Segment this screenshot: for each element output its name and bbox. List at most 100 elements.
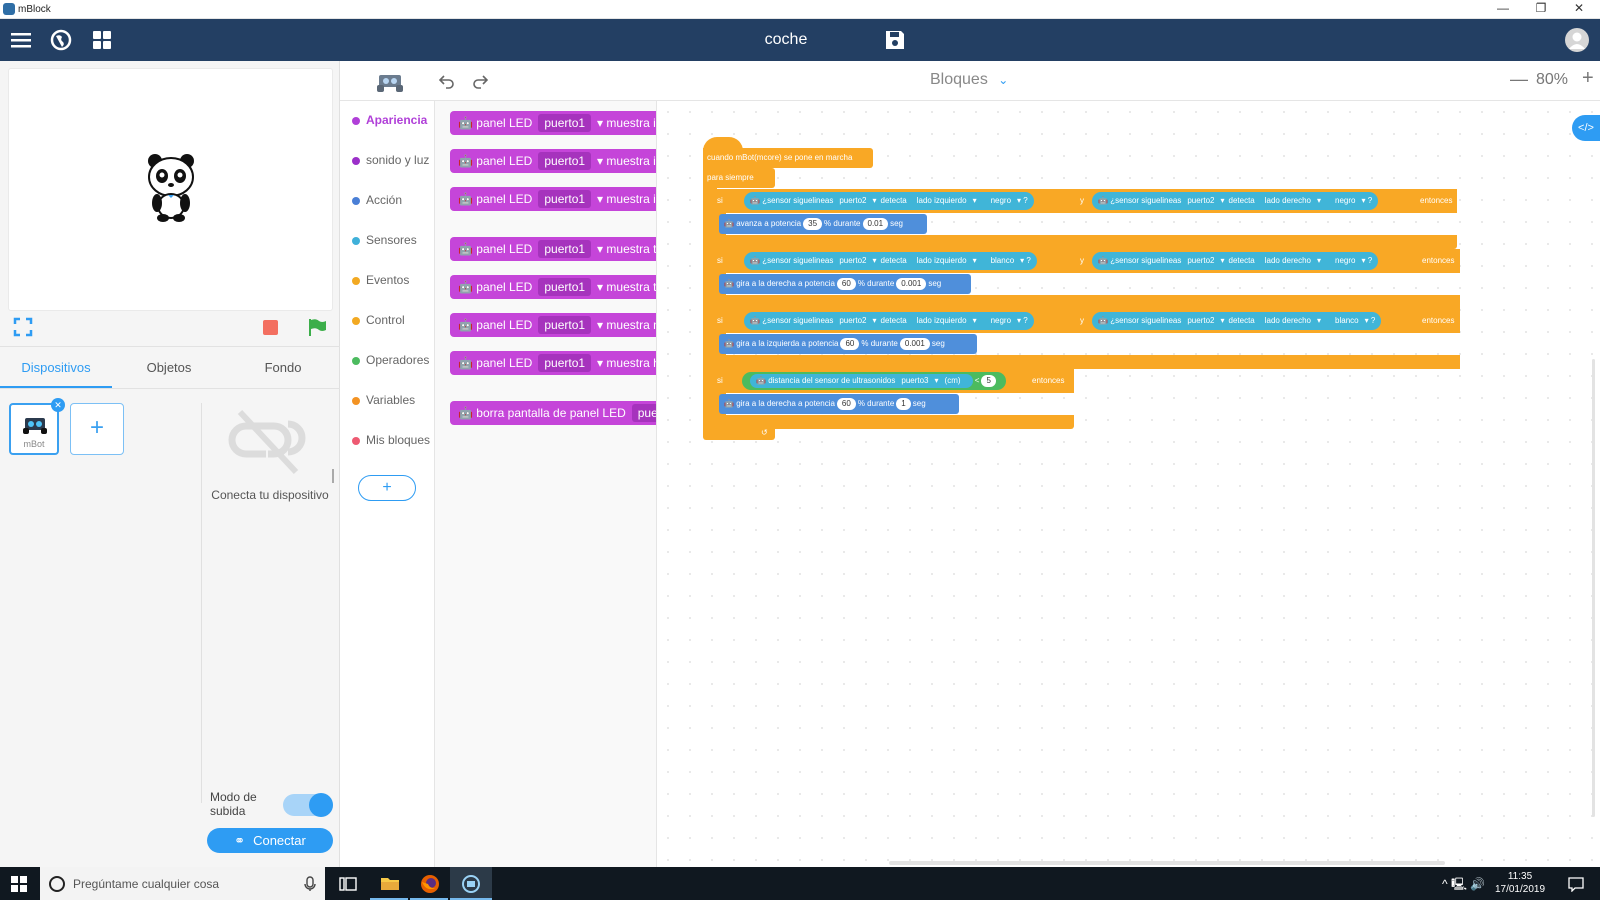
tab-fondo[interactable]: Fondo <box>226 360 340 388</box>
ultrasonic-distance-reporter[interactable]: 🤖 distancia del sensor de ultrasonidos pu… <box>750 374 973 388</box>
redo-icon[interactable] <box>472 73 488 89</box>
palette-block[interactable]: 🤖 borra pantalla de panel LEDpuerto <box>450 401 656 425</box>
palette-block[interactable]: 🤖 panel LEDpuerto1▾ muestra núr <box>450 313 656 337</box>
code-view-button[interactable]: </> <box>1572 115 1600 141</box>
save-icon[interactable] <box>882 27 908 53</box>
task-view-icon[interactable] <box>339 876 357 892</box>
stop-button[interactable] <box>263 320 278 335</box>
menu-icon[interactable] <box>8 27 34 53</box>
category-mis-bloques[interactable]: Mis bloques <box>352 433 430 447</box>
panda-sprite-icon[interactable] <box>143 151 199 223</box>
block-categories: Apariencia sonido y luz Acción Sensores … <box>340 101 435 867</box>
category-eventos[interactable]: Eventos <box>352 273 409 287</box>
notifications-icon[interactable] <box>1568 876 1584 892</box>
tab-dispositivos[interactable]: Dispositivos <box>0 360 112 388</box>
category-operadores[interactable]: Operadores <box>352 353 429 367</box>
add-device-button[interactable]: + <box>70 403 124 455</box>
connect-button[interactable]: ⚭ Conectar <box>207 828 333 853</box>
line-sensor-condition[interactable]: 🤖 ¿sensor siguelineas puerto2 ▾ detecta lado… <box>1092 312 1382 330</box>
system-tray-icons[interactable]: ^ 🖳 🔊 <box>1442 875 1485 896</box>
turn-right-block[interactable]: 🤖 gira a la derecha a potencia 60% durant… <box>719 274 971 294</box>
device-robot-icon[interactable] <box>375 69 405 93</box>
if-block[interactable]: si 🤖 ¿sensor siguelineas puerto2 ▾ detecta l… <box>714 189 1457 213</box>
taskbar-search[interactable]: Pregúntame cualquier cosa <box>40 867 325 900</box>
clock-time: 11:35 <box>1507 871 1533 882</box>
forever-block[interactable]: para siempre <box>703 168 775 188</box>
if-block[interactable]: si 🤖 ¿sensor siguelineas puerto2 ▾ detecta l… <box>714 249 1460 273</box>
category-variables[interactable]: Variables <box>352 393 415 407</box>
remove-device-icon[interactable]: ✕ <box>51 398 65 412</box>
link-icon: ⚭ <box>234 833 246 848</box>
device-label: mBot <box>23 439 45 449</box>
robot-icon: 🤖 <box>458 154 473 168</box>
category-accion[interactable]: Acción <box>352 193 402 207</box>
add-extension-button[interactable]: + <box>358 475 416 501</box>
palette-block[interactable]: 🤖 panel LEDpuerto1▾ muestra hor <box>450 351 656 375</box>
taskbar-file-explorer[interactable] <box>370 867 408 900</box>
user-avatar-icon[interactable] <box>1564 27 1590 53</box>
zoom-in-button[interactable]: + <box>1582 67 1594 90</box>
globe-icon[interactable] <box>48 27 74 53</box>
category-apariencia[interactable]: Apariencia <box>352 113 427 127</box>
line-sensor-condition[interactable]: 🤖 ¿sensor siguelineas puerto2 ▾ detecta lado… <box>1092 192 1379 210</box>
robot-icon: 🤖 <box>458 356 473 370</box>
resize-handle[interactable] <box>332 469 334 483</box>
mblock-app-icon <box>3 3 15 15</box>
palette-block[interactable]: 🤖 panel LEDpuerto1▾ muestra tex <box>450 237 656 261</box>
palette-block[interactable]: 🤖 panel LEDpuerto1▾ muestra ima <box>450 149 656 173</box>
upload-mode-label: Modo de subida <box>210 790 257 818</box>
green-flag-icon[interactable] <box>307 317 327 337</box>
palette-block[interactable]: 🤖 panel LEDpuerto1▾ muestra tex <box>450 275 656 299</box>
left-panel: Dispositivos Objetos Fondo mBot ✕ + Cone… <box>0 61 340 867</box>
less-than-operator[interactable]: 🤖 distancia del sensor de ultrasonidos pu… <box>742 372 1006 390</box>
palette-block[interactable]: 🤖 panel LEDpuerto1▾ muestra ima <box>450 111 656 135</box>
line-sensor-condition[interactable]: 🤖 ¿sensor siguelineas puerto2 ▾ detecta lado… <box>1092 252 1379 270</box>
if-block-end <box>714 295 1460 309</box>
if-block[interactable]: si 🤖 distancia del sensor de ultrasonido… <box>714 369 1074 393</box>
window-title: mBlock <box>18 4 51 15</box>
horizontal-scrollbar[interactable] <box>889 861 1445 865</box>
close-window-button[interactable]: ✕ <box>1560 0 1598 19</box>
app-header: coche <box>0 19 1600 61</box>
fullscreen-icon[interactable] <box>13 317 33 337</box>
extensions-grid-icon[interactable] <box>89 27 115 53</box>
windows-start-icon[interactable] <box>11 876 27 892</box>
turn-left-block[interactable]: 🤖 gira a la izquierda a potencia 60% dura… <box>719 334 977 354</box>
zoom-out-button[interactable]: — <box>1510 69 1528 90</box>
category-sensores[interactable]: Sensores <box>352 233 417 247</box>
robot-icon: 🤖 <box>458 192 473 206</box>
tab-objetos[interactable]: Objetos <box>112 360 226 388</box>
move-forward-block[interactable]: 🤖 avanza a potencia 35% durante 0.01 seg <box>719 214 927 234</box>
category-sonido-y-luz[interactable]: sonido y luz <box>352 153 429 167</box>
line-sensor-condition[interactable]: 🤖 ¿sensor siguelineas puerto2 ▾ detecta lado… <box>744 252 1037 270</box>
project-title[interactable]: coche <box>746 31 826 49</box>
line-sensor-condition[interactable]: 🤖 ¿sensor siguelineas puerto2 ▾ detecta lado… <box>744 192 1034 210</box>
cortana-circle-icon <box>49 876 65 892</box>
taskbar-clock[interactable]: 11:35 17/01/2019 <box>1490 870 1550 896</box>
upload-mode-toggle[interactable] <box>283 793 333 817</box>
restore-button[interactable]: ❐ <box>1522 0 1560 19</box>
script-workspace[interactable]: </> cuando mBot(mcore) se pone en marcha… <box>657 101 1600 867</box>
robot-icon: 🤖 <box>458 406 473 420</box>
taskbar-mblock[interactable] <box>450 867 492 900</box>
minimize-button[interactable]: — <box>1484 0 1522 19</box>
when-mbot-starts-block[interactable]: cuando mBot(mcore) se pone en marcha <box>703 148 873 168</box>
device-card-mbot[interactable]: mBot <box>9 403 59 455</box>
divider <box>0 388 340 389</box>
undo-icon[interactable] <box>439 73 455 89</box>
line-sensor-condition[interactable]: 🤖 ¿sensor siguelineas puerto2 ▾ detecta lado… <box>744 312 1034 330</box>
vertical-scrollbar[interactable] <box>1592 359 1595 817</box>
palette-block[interactable]: 🤖 panel LEDpuerto1▾ muestra ima <box>450 187 656 211</box>
mbot-robot-icon <box>23 418 47 434</box>
robot-icon: 🤖 <box>458 280 473 294</box>
if-block-end <box>714 415 1074 429</box>
taskbar-firefox[interactable] <box>410 867 448 900</box>
turn-right-block[interactable]: 🤖 gira a la derecha a potencia 60% durant… <box>719 394 959 414</box>
if-block[interactable]: si 🤖 ¿sensor siguelineas puerto2 ▾ detecta l… <box>714 309 1460 333</box>
category-control[interactable]: Control <box>352 313 405 327</box>
mblock-taskbar-icon <box>462 875 480 893</box>
microphone-icon[interactable] <box>304 876 316 892</box>
stage[interactable] <box>8 68 333 311</box>
divider <box>0 346 340 347</box>
editor-mode-dropdown[interactable]: Bloques ⌄ <box>930 71 1008 89</box>
